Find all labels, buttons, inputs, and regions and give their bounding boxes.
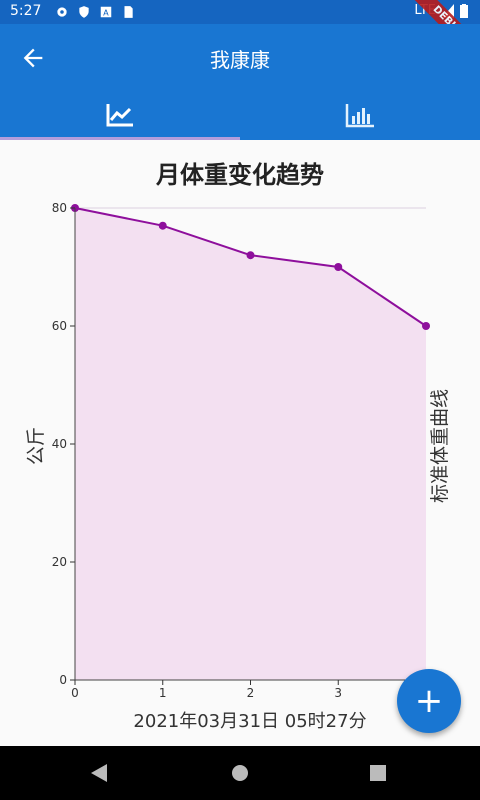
x-tick-label: 2 [247,686,255,700]
y-tick-label: 60 [52,319,67,333]
data-point [158,221,167,230]
chart-area-fill [75,208,426,680]
nav-recents-icon[interactable] [369,763,387,783]
plus-icon: + [414,681,444,721]
y-axis-label: 公斤 [25,427,47,465]
data-point [334,263,343,271]
weight-chart: 0 20 40 60 80 0 1 2 3 公斤 标准体重曲线 2021年03月31日 05时2… [25,201,451,732]
y-tick-label: 40 [52,437,67,451]
y-tick-label: 20 [52,555,67,569]
y-tick-label: 80 [52,201,67,215]
add-record-button[interactable]: + [397,669,461,733]
data-point [422,322,430,330]
series-label: 标准体重曲线 [429,389,451,503]
data-point [246,251,255,260]
system-nav-bar [0,746,480,800]
nav-home-icon[interactable] [231,763,249,783]
x-axis-label: 2021年03月31日 05时27分 [133,711,366,732]
x-tick-label: 0 [71,686,79,700]
x-tick-label: 1 [159,686,167,700]
nav-back-icon[interactable] [90,763,108,783]
y-tick-label: 0 [59,673,67,687]
x-tick-label: 3 [334,686,342,700]
